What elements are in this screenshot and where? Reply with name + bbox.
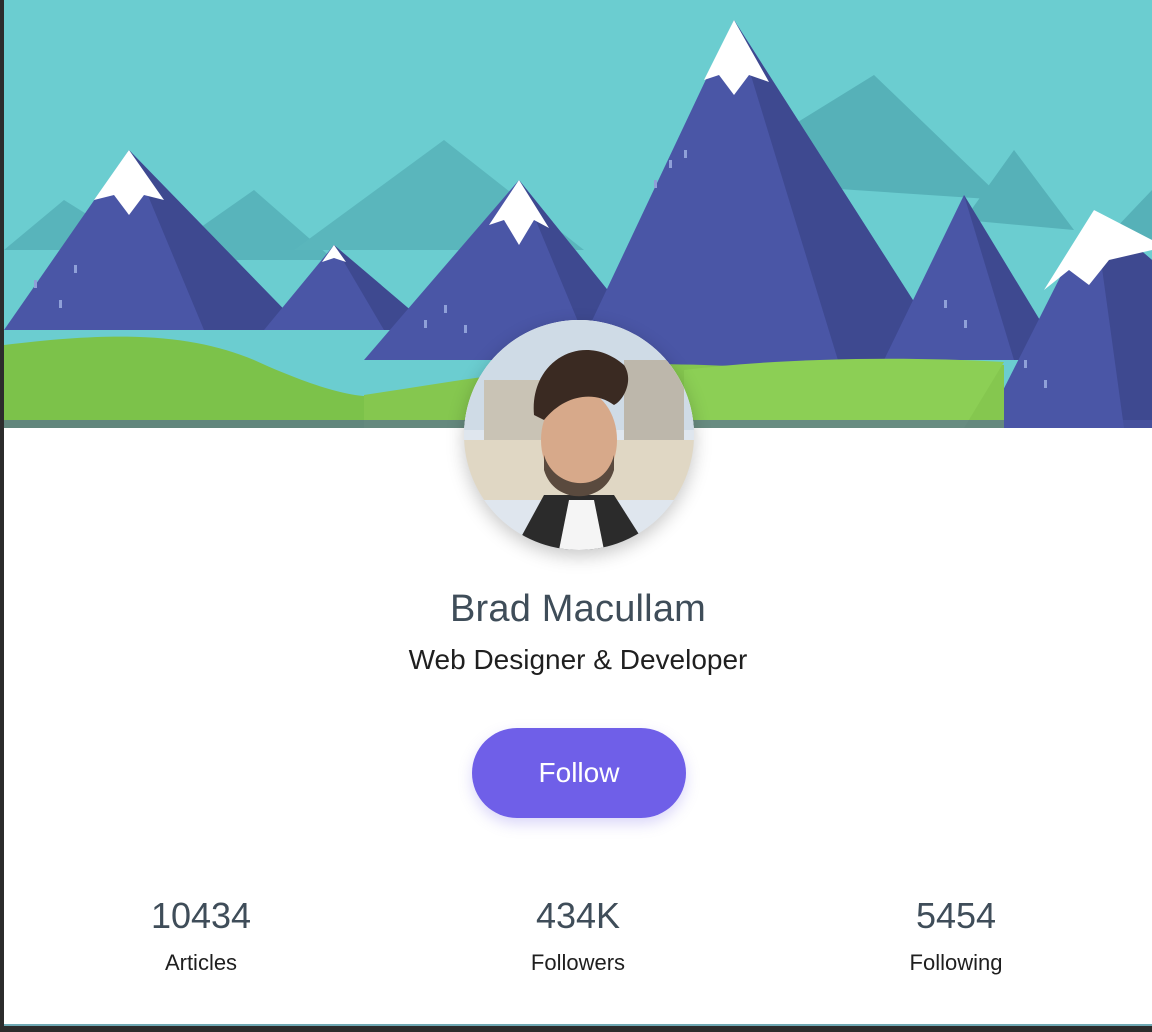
avatar[interactable] bbox=[464, 320, 694, 550]
stat-value: 434K bbox=[535, 895, 621, 936]
follow-button[interactable]: Follow bbox=[472, 728, 686, 818]
profile-photo bbox=[464, 320, 694, 550]
profile-role: Web Designer & Developer bbox=[408, 644, 748, 675]
stat-value: 5454 bbox=[915, 895, 997, 936]
profile-card: Brad Macullam Web Designer & Developer F… bbox=[4, 0, 1152, 1026]
stat-label: Articles bbox=[164, 950, 238, 975]
stat-label: Followers bbox=[530, 950, 626, 975]
stat-articles[interactable]: 10434 Articles bbox=[51, 892, 351, 976]
stat-value: 10434 bbox=[150, 895, 252, 936]
stats-row: 10434 Articles 434K Followers 5454 Follo… bbox=[4, 892, 1152, 992]
stat-label: Following bbox=[909, 950, 1003, 975]
profile-name: Brad Macullam bbox=[449, 588, 707, 630]
stat-followers[interactable]: 434K Followers bbox=[428, 892, 728, 976]
stat-following[interactable]: 5454 Following bbox=[806, 892, 1106, 976]
